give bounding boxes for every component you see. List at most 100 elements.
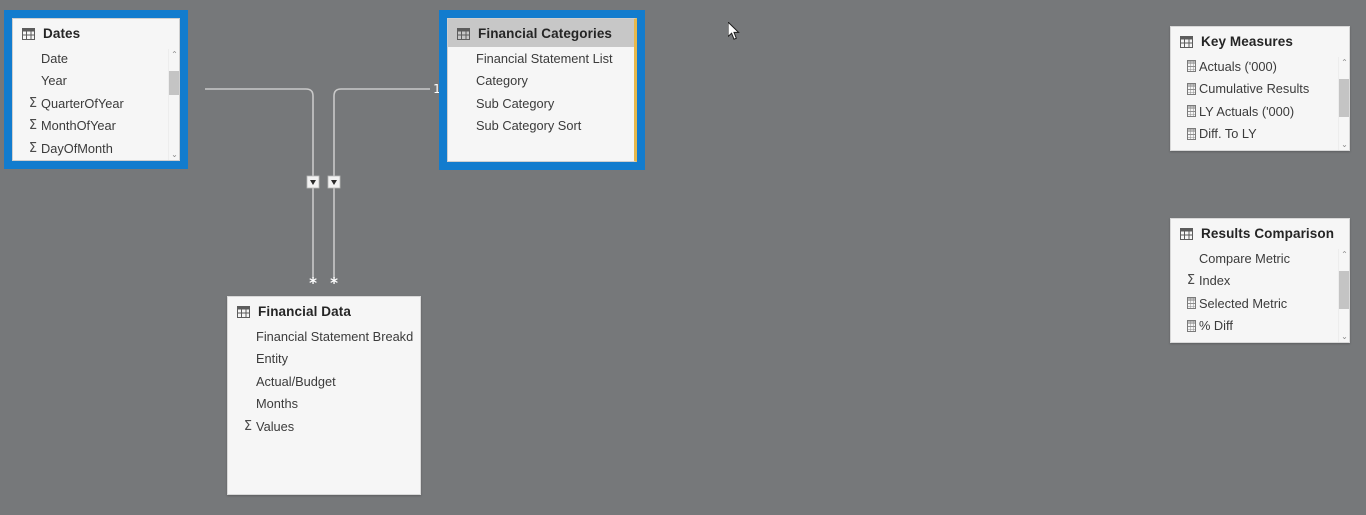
measure-icon	[1184, 105, 1198, 118]
field-label: Comparison Metric	[1199, 341, 1306, 342]
measure-icon	[1184, 342, 1198, 343]
measure-icon	[1184, 150, 1198, 151]
field-row[interactable]: Comparison Metric	[1171, 337, 1349, 343]
field-label: Months	[256, 396, 298, 412]
field-label: % Diff	[1199, 318, 1233, 334]
field-row[interactable]: Sub Category Sort	[448, 115, 634, 138]
field-list-financial-data: Financial Statement Breakd Entity Actual/B…	[228, 325, 420, 442]
sigma-icon: Σ	[28, 140, 38, 156]
field-label: Sub Category Sort	[476, 118, 582, 134]
field-label: Financial Statement Breakd	[256, 328, 414, 344]
table-card-financial-categories[interactable]: Financial Categories Financial Statement …	[439, 10, 645, 170]
field-row[interactable]: Sub Category	[448, 92, 634, 115]
scroll-up-icon[interactable]: ⌃	[1339, 57, 1349, 68]
scrollbar-thumb[interactable]	[1339, 79, 1349, 117]
field-label: Selected Metric	[1199, 295, 1288, 311]
sigma-icon: Σ	[28, 95, 38, 111]
field-row[interactable]: Financial Statement Breakd	[228, 325, 420, 348]
vertical-scrollbar-results-comparison[interactable]: ⌃ ⌄	[1338, 249, 1349, 342]
scroll-down-icon[interactable]: ⌄	[1339, 139, 1349, 150]
field-list-financial-categories: Financial Statement List Category Sub Cate…	[448, 47, 634, 141]
field-label: Financial Statement List	[476, 50, 613, 66]
scroll-up-icon[interactable]: ⌃	[169, 49, 179, 60]
vertical-scrollbar-key-measures[interactable]: ⌃ ⌄	[1338, 57, 1349, 150]
cardinality-one-2: 1	[433, 82, 441, 96]
field-row[interactable]: Category	[448, 70, 634, 93]
table-title: Dates	[43, 26, 81, 41]
measure-icon	[1184, 127, 1198, 140]
scroll-down-icon[interactable]: ⌄	[169, 149, 179, 160]
table-header-dates[interactable]: Dates	[13, 19, 179, 47]
table-title: Financial Categories	[478, 26, 613, 41]
table-card-dates[interactable]: Dates Date Year Σ QuarterOfYear Σ MonthOfYear Σ…	[4, 10, 188, 169]
field-row[interactable]: Compare Metric	[1171, 247, 1349, 270]
field-row[interactable]: LY Actuals ('000)	[1171, 100, 1349, 123]
sigma-icon: Σ	[1186, 273, 1196, 289]
measure-icon	[1184, 297, 1198, 310]
field-label: DayOfMonth	[41, 140, 113, 156]
field-row[interactable]: Σ DayOfMonth	[13, 137, 179, 160]
field-row[interactable]: Diff. To LY	[1171, 123, 1349, 146]
scroll-up-icon[interactable]: ⌃	[1339, 249, 1349, 260]
field-row[interactable]: % Diff. to LY	[1171, 145, 1349, 151]
field-label: Sub Category	[476, 95, 555, 111]
field-row[interactable]: Months	[228, 393, 420, 416]
field-row[interactable]: Σ Index	[1171, 270, 1349, 293]
vertical-scrollbar-dates[interactable]: ⌃ ⌄	[168, 49, 179, 160]
field-label: Actuals ('000)	[1199, 58, 1277, 74]
cross-filter-direction-marker-2[interactable]	[327, 175, 341, 189]
table-card-financial-data[interactable]: Financial Data Financial Statement Breakd…	[227, 296, 421, 495]
relationship-path	[205, 88, 314, 278]
table-icon	[1180, 35, 1193, 48]
field-list-dates: Date Year Σ QuarterOfYear Σ MonthOfYear Σ DayOf…	[13, 47, 179, 160]
field-label: Compare Metric	[1199, 250, 1291, 266]
field-label: Category	[476, 73, 528, 89]
field-row[interactable]: Entity	[228, 348, 420, 371]
field-label: MonthOfYear	[41, 118, 116, 134]
relationship-line-financial-categories-financial-data	[333, 88, 430, 278]
field-label: Index	[1199, 273, 1231, 289]
field-row[interactable]: % Diff	[1171, 315, 1349, 338]
field-row[interactable]: Σ QuarterOfYear	[13, 92, 179, 115]
table-title: Financial Data	[258, 304, 351, 319]
field-label: Date	[41, 50, 69, 66]
table-icon	[237, 305, 250, 318]
field-row[interactable]: Σ MonthOfYear	[13, 115, 179, 138]
table-card-results-comparison[interactable]: Results Comparison Compare Metric Σ Index Se…	[1170, 218, 1350, 343]
table-icon	[1180, 227, 1193, 240]
measure-icon	[1184, 82, 1198, 95]
field-label: Cumulative Results	[1199, 81, 1310, 97]
cardinality-many-1: *	[309, 274, 317, 292]
table-title: Results Comparison	[1201, 226, 1335, 241]
field-label: Actual/Budget	[256, 373, 336, 389]
table-icon	[457, 27, 470, 40]
field-row[interactable]: Financial Statement List	[448, 47, 634, 70]
field-label: Diff. To LY	[1199, 126, 1257, 142]
table-title: Key Measures	[1201, 34, 1294, 49]
model-view-canvas[interactable]: * * 1 Dates Date Year Σ QuarterOfYear Σ MonthO…	[0, 0, 1366, 515]
scrollbar-thumb[interactable]	[169, 71, 179, 95]
table-icon	[22, 27, 35, 40]
table-header-key-measures[interactable]: Key Measures	[1171, 27, 1349, 55]
field-row[interactable]: Actuals ('000)	[1171, 55, 1349, 78]
field-list-results-comparison: Compare Metric Σ Index Selected Metric% Dif…	[1171, 247, 1349, 343]
scrollbar-thumb[interactable]	[1339, 271, 1349, 309]
table-card-key-measures[interactable]: Key Measures Actuals ('000) Cumulative Res…	[1170, 26, 1350, 151]
field-row[interactable]: Actual/Budget	[228, 370, 420, 393]
field-list-key-measures: Actuals ('000) Cumulative Results LY Actua…	[1171, 55, 1349, 151]
field-row[interactable]: Date	[13, 47, 179, 70]
table-header-results-comparison[interactable]: Results Comparison	[1171, 219, 1349, 247]
field-row[interactable]: Year	[13, 70, 179, 93]
field-label: % Diff. to LY	[1199, 149, 1269, 150]
field-row[interactable]: Σ Values	[228, 415, 420, 438]
field-label: Values	[256, 418, 295, 434]
relationship-path	[333, 88, 430, 278]
cross-filter-direction-marker-1[interactable]	[306, 175, 320, 189]
field-row[interactable]: Selected Metric	[1171, 292, 1349, 315]
table-header-financial-data[interactable]: Financial Data	[228, 297, 420, 325]
field-row[interactable]: Cumulative Results	[1171, 78, 1349, 101]
scroll-down-icon[interactable]: ⌄	[1339, 331, 1349, 342]
field-label: QuarterOfYear	[41, 95, 124, 111]
table-header-financial-categories[interactable]: Financial Categories	[448, 19, 634, 47]
sigma-icon: Σ	[28, 118, 38, 134]
